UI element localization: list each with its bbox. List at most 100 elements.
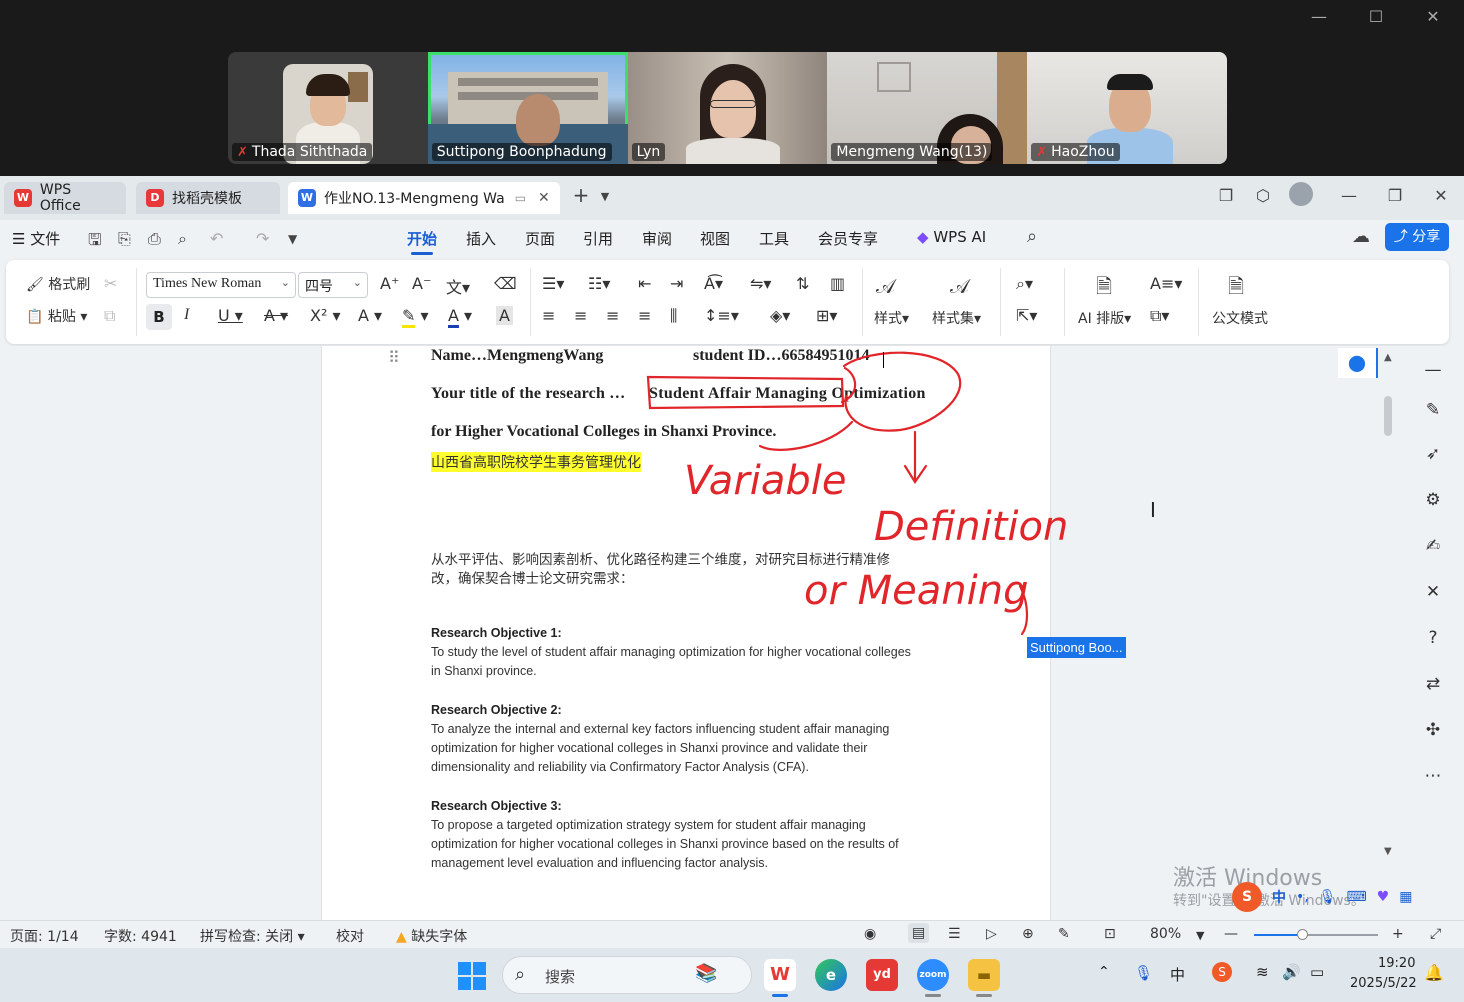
paste-button[interactable]: 📋 粘贴 ▾ <box>26 306 87 326</box>
zoom-dropdown-icon[interactable]: ▼ <box>1196 929 1204 942</box>
undo-icon[interactable]: ↶ <box>210 229 223 248</box>
tab-reference[interactable]: 引用 <box>583 228 613 249</box>
superscript-button[interactable]: X² ▾ <box>310 306 341 325</box>
word-count[interactable]: 字数: 4941 <box>104 926 177 946</box>
cube-icon[interactable]: ⬡ <box>1250 186 1276 205</box>
zoom-level[interactable]: 80% <box>1150 926 1181 942</box>
select-arrow-icon[interactable]: ➶ <box>1422 444 1444 464</box>
borders-icon[interactable]: ⊞▾ <box>816 306 837 325</box>
print-icon[interactable]: ⎙ <box>148 229 161 249</box>
eye-protect-icon[interactable]: ✎ <box>1058 926 1070 942</box>
translate-icon[interactable]: ⇄ <box>1422 674 1444 694</box>
zoom-app-icon[interactable]: zoom <box>917 959 949 991</box>
find-icon[interactable]: ⌕▾ <box>1016 274 1033 294</box>
battery-icon[interactable]: ▭ <box>1310 963 1324 981</box>
align-center-icon[interactable]: ≡ <box>574 306 587 325</box>
text-direction-icon[interactable]: A͡▾ <box>704 274 723 293</box>
notification-icon[interactable]: 🔔 <box>1424 963 1444 982</box>
play-icon[interactable]: ▷ <box>986 926 997 942</box>
video-tile-lyn[interactable]: Lyn <box>627 52 828 164</box>
numbered-list-icon[interactable]: ☷▾ <box>588 274 610 293</box>
tray-mic-icon[interactable]: 🎙 <box>1134 964 1153 982</box>
document-area[interactable]: ⠿ Name…MengmengWang student ID…665849510… <box>0 346 1400 920</box>
text-effect-button[interactable]: A ▾ <box>358 306 382 325</box>
tray-ime[interactable]: 中 <box>1170 964 1185 985</box>
cloud-upload-icon[interactable]: ☁ <box>1352 226 1370 247</box>
format-painter-button[interactable]: 🖌 格式刷 <box>26 274 90 294</box>
window-layout-icon[interactable]: ❐ <box>1213 186 1239 205</box>
restore-window-icon[interactable]: ❐ <box>1382 186 1408 205</box>
fit-page-icon[interactable]: ⊡ <box>1104 926 1116 942</box>
file-menu[interactable]: ☰ 文件 <box>12 228 60 249</box>
video-tile-mengmeng[interactable]: Mengmeng Wang(13) <box>827 52 1028 164</box>
zoom-in-icon[interactable]: + <box>1392 926 1404 942</box>
increase-indent-icon[interactable]: ⇥ <box>670 274 683 293</box>
ime-floating-bar[interactable]: S 中 •, 🎙 ⌨ ♥ ▦ <box>1232 880 1464 914</box>
styles-button[interactable]: 样式▾ <box>874 308 909 328</box>
align-left-icon[interactable]: ≡ <box>542 306 555 325</box>
font-name-select[interactable]: Times New Roman ⌄ <box>146 272 296 298</box>
ink-icon[interactable]: ✍ <box>1422 536 1444 556</box>
new-tab-button[interactable]: + <box>568 183 594 207</box>
columns-icon[interactable]: ▥ <box>830 274 845 293</box>
taskbar-search[interactable]: ⌕ 搜索 📚 <box>502 956 752 994</box>
shapes-icon[interactable]: ⧉▾ <box>1150 306 1169 326</box>
close-icon[interactable]: ✕ <box>1418 4 1448 30</box>
copy-icon[interactable]: ⧉ <box>104 306 115 326</box>
windows-start-icon[interactable] <box>458 962 486 990</box>
scroll-down-icon[interactable]: ▼ <box>1384 846 1392 857</box>
redo-icon[interactable]: ↷ <box>256 229 269 248</box>
close-tab-icon[interactable]: ✕ <box>538 190 550 206</box>
outline-view-icon[interactable]: ☰ <box>948 926 961 942</box>
missing-font-button[interactable]: ▲ 缺失字体 <box>396 926 467 946</box>
volume-icon[interactable]: 🔊 <box>1282 963 1301 981</box>
share-button[interactable]: ⤴ 分享 <box>1385 223 1449 251</box>
zoom-slider[interactable] <box>1254 929 1378 940</box>
cut-icon[interactable]: ✂ <box>104 274 117 293</box>
more-icon[interactable]: ⋯ <box>1422 766 1444 786</box>
official-mode-button[interactable]: 公文模式 <box>1212 308 1268 328</box>
clear-format-icon[interactable]: ⌫ <box>494 274 517 293</box>
sort-icon[interactable]: ⇅ <box>796 274 809 293</box>
pen-icon[interactable]: ✎ <box>1422 400 1444 420</box>
help-icon[interactable]: ? <box>1422 628 1444 648</box>
shading-icon[interactable]: ◈▾ <box>770 306 790 325</box>
tab-member[interactable]: 会员专享 <box>818 228 878 249</box>
font-size-select[interactable]: 四号 ⌄ <box>298 272 368 298</box>
style-set-button[interactable]: 样式集▾ <box>932 308 981 328</box>
minimize-window-icon[interactable]: — <box>1336 186 1362 205</box>
document-page[interactable]: ⠿ Name…MengmengWang student ID…665849510… <box>321 346 1051 920</box>
strikethrough-button[interactable]: A ▾ <box>264 306 288 325</box>
drag-handle-icon[interactable]: ⠿ <box>388 348 400 367</box>
select-icon[interactable]: ⇱▾ <box>1016 306 1037 325</box>
clock-date[interactable]: 2025/5/22 <box>1350 976 1417 991</box>
video-tile-thada[interactable]: ✗ Thada Siththada <box>228 52 428 164</box>
underline-button[interactable]: U ▾ <box>218 306 243 325</box>
collapse-icon[interactable]: — <box>1422 360 1444 380</box>
avatar[interactable] <box>1288 182 1314 210</box>
video-tile-haozhou[interactable]: ✗ HaoZhou <box>1027 52 1227 164</box>
font-color-button[interactable]: A ▾ <box>448 306 472 328</box>
tab-review[interactable]: 审阅 <box>642 228 672 249</box>
close-window-icon[interactable]: ✕ <box>1428 186 1454 205</box>
wps-taskbar-icon[interactable]: W <box>764 959 796 991</box>
highlight-button[interactable]: ✎ ▾ <box>402 306 429 328</box>
tab-docer[interactable]: D 找稻壳模板 <box>136 182 280 214</box>
distribute-icon[interactable]: ⫼ <box>670 306 677 326</box>
tab-page[interactable]: 页面 <box>525 228 555 249</box>
zoom-out-icon[interactable]: — <box>1224 926 1238 942</box>
clock-time[interactable]: 19:20 <box>1378 956 1415 971</box>
text-tools-icon[interactable]: A≡▾ <box>1150 274 1182 293</box>
chevron-down-icon[interactable]: ▼ <box>592 190 618 203</box>
bold-button[interactable]: B <box>146 304 172 330</box>
line-break-icon[interactable]: ⇋▾ <box>750 274 771 293</box>
tab-insert[interactable]: 插入 <box>466 228 496 249</box>
tab-tools[interactable]: 工具 <box>759 228 789 249</box>
shrink-font-icon[interactable]: A⁻ <box>412 274 431 293</box>
adjust-icon[interactable]: ⚙ <box>1422 490 1444 510</box>
tab-start[interactable]: 开始 <box>407 228 437 255</box>
save-icon[interactable]: 🖫 <box>88 229 102 256</box>
puzzle-icon[interactable]: ✣ <box>1422 720 1444 740</box>
tray-expand-icon[interactable]: ⌃ <box>1098 964 1110 980</box>
tab-view[interactable]: 视图 <box>700 228 730 249</box>
